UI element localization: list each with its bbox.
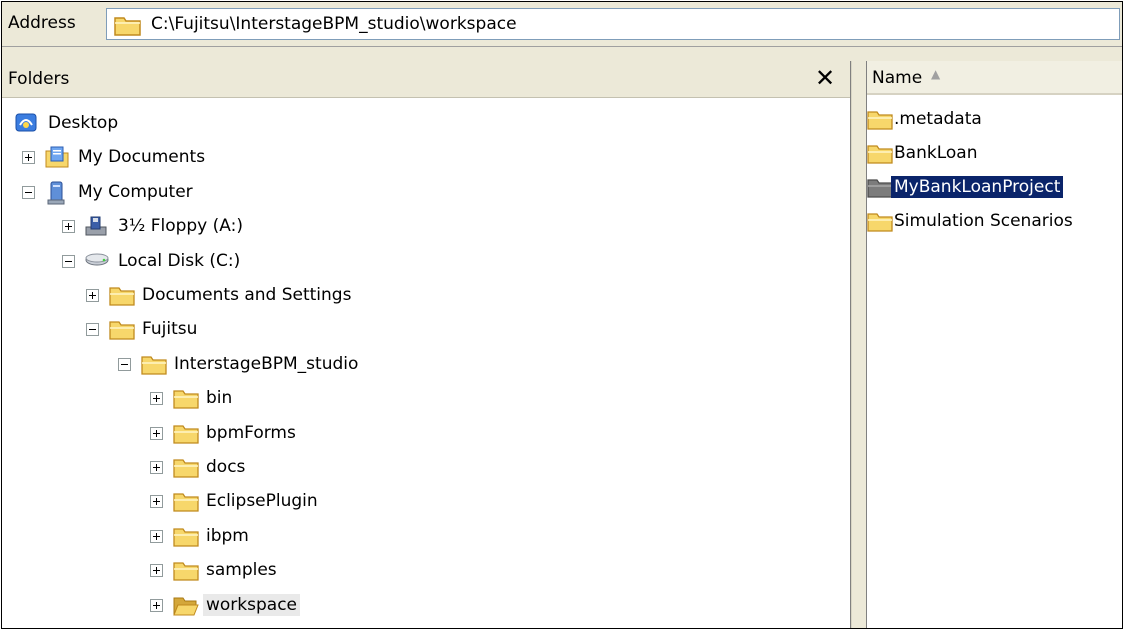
collapse-icon[interactable]	[62, 254, 75, 268]
list-item[interactable]: .metadata	[867, 103, 1122, 135]
tree-item[interactable]: bpmForms	[2, 417, 850, 449]
folder-icon	[867, 175, 894, 204]
tree-item-label: InterstageBPM_studio	[174, 353, 359, 374]
contents-pane: Name ▲ .metadata BankLoan MyBankLoanProjec…	[867, 61, 1122, 628]
tree-item-label: workspace	[203, 593, 301, 616]
folder-icon	[867, 107, 894, 136]
tree-item[interactable]: Local Disk (C:)	[2, 245, 850, 277]
tree-item[interactable]: Documents and Settings	[2, 279, 850, 311]
expand-icon[interactable]	[22, 151, 35, 165]
expand-icon[interactable]	[62, 220, 75, 234]
expand-icon[interactable]	[150, 495, 163, 509]
list-item-label: .metadata	[894, 109, 982, 129]
computer-icon	[44, 180, 68, 211]
expand-icon[interactable]	[150, 461, 163, 474]
tree-item-label: 3½ Floppy (A:)	[118, 216, 243, 237]
disk-icon	[84, 249, 110, 276]
tree-item-label: samples	[206, 560, 277, 581]
floppy-icon	[84, 214, 108, 243]
tree-item-label: bpmForms	[206, 422, 296, 443]
folder-icon	[108, 283, 136, 312]
tree-item[interactable]: ibpm	[2, 520, 850, 552]
tree-item[interactable]: 3½ Floppy (A:)	[2, 210, 850, 242]
tree-item[interactable]: EclipsePlugin	[2, 485, 850, 517]
name-column-header[interactable]: Name ▲	[867, 61, 1122, 95]
tree-item-label: bin	[206, 388, 233, 409]
collapse-icon[interactable]	[118, 357, 131, 371]
tree-item[interactable]: samples	[2, 554, 850, 586]
tree-item-label: docs	[206, 457, 246, 477]
expand-icon[interactable]	[86, 289, 99, 302]
address-input[interactable]: C:\Fujitsu\InterstageBPM_studio\workspac…	[106, 8, 1120, 40]
list-item-label: MyBankLoanProject	[891, 176, 1064, 198]
collapse-icon[interactable]	[22, 185, 35, 199]
folder-open-icon	[172, 593, 200, 622]
explorer-window: Address C:\Fujitsu\InterstageBPM_studio\…	[1, 1, 1123, 629]
close-button[interactable]: ✕	[810, 63, 840, 93]
expand-icon[interactable]	[150, 392, 163, 406]
tree-item[interactable]: My Computer	[2, 176, 850, 208]
folder-icon	[172, 489, 200, 518]
folder-icon	[140, 352, 168, 381]
folder-icon	[172, 524, 200, 553]
pane-splitter[interactable]	[851, 61, 867, 628]
sort-ascending-icon: ▲	[931, 67, 941, 81]
expand-icon[interactable]	[150, 564, 163, 578]
expand-icon[interactable]	[150, 529, 163, 543]
expand-icon[interactable]	[150, 426, 163, 440]
tree-item-label: ibpm	[206, 525, 249, 546]
tree-item[interactable]: workspace	[2, 589, 850, 621]
list-item[interactable]: BankLoan	[867, 137, 1122, 169]
address-path[interactable]: C:\Fujitsu\InterstageBPM_studio\workspac…	[151, 14, 517, 34]
tree-item-label: My Documents	[78, 147, 206, 168]
tree-item-label: Local Disk (C:)	[118, 250, 241, 271]
tree-item[interactable]: Desktop	[2, 107, 850, 139]
folder-icon	[867, 209, 894, 238]
documents-icon	[44, 145, 70, 174]
desktop-icon	[14, 111, 38, 140]
tree-item[interactable]: InterstageBPM_studio	[2, 348, 850, 380]
folder-icon	[172, 421, 200, 450]
folder-icon	[867, 141, 894, 170]
folder-icon	[172, 558, 200, 587]
tree-item[interactable]: bin	[2, 382, 850, 414]
address-bar: Address C:\Fujitsu\InterstageBPM_studio\…	[2, 2, 1122, 47]
folder-icon	[172, 386, 200, 415]
tree-item-label: Documents and Settings	[142, 285, 352, 305]
list-item[interactable]: MyBankLoanProject	[867, 171, 1122, 203]
folder-icon	[114, 14, 142, 41]
folder-icon	[172, 455, 200, 484]
collapse-icon[interactable]	[86, 323, 99, 337]
expand-icon[interactable]	[150, 598, 163, 612]
list-item-label: Simulation Scenarios	[894, 211, 1073, 231]
tree-item[interactable]: docs	[2, 451, 850, 483]
tree-item-label: My Computer	[78, 181, 193, 202]
list-item[interactable]: Simulation Scenarios	[867, 205, 1122, 237]
tree-item-label: Desktop	[48, 113, 119, 133]
tree-item[interactable]: My Documents	[2, 141, 850, 173]
tree-item[interactable]: Fujitsu	[2, 313, 850, 345]
address-label: Address	[8, 13, 76, 33]
tree-item-label: EclipsePlugin	[206, 491, 318, 512]
folders-header: Folders ✕	[2, 61, 850, 98]
folders-title: Folders	[8, 69, 70, 89]
list-item-label: BankLoan	[894, 143, 978, 163]
folder-icon	[108, 317, 136, 346]
tree-item-label: Fujitsu	[142, 319, 198, 340]
folders-pane: Folders ✕ Desktop My Documents My Computer…	[2, 61, 851, 628]
name-column-label: Name	[872, 68, 923, 88]
